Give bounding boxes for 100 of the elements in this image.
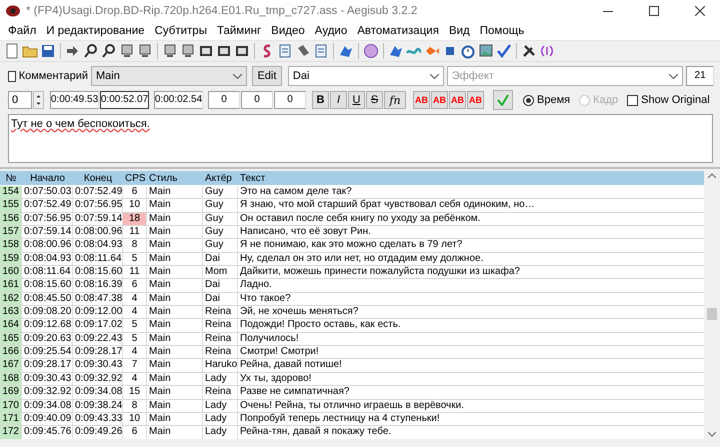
table-cell: 0:09:43.33 bbox=[73, 412, 123, 426]
column-header[interactable]: Текст bbox=[238, 171, 704, 185]
table-cell: 5 bbox=[123, 332, 147, 346]
duration-field[interactable]: 0:00:02.54 bbox=[154, 91, 203, 109]
film-icon[interactable] bbox=[216, 43, 232, 59]
spell-check-icon[interactable] bbox=[496, 43, 512, 59]
table-cell: Reina bbox=[203, 386, 238, 398]
menu-item[interactable]: Вид bbox=[444, 25, 475, 37]
table-cell: 0:07:52.49 bbox=[73, 186, 123, 198]
menu-item[interactable]: Аудио bbox=[310, 25, 352, 37]
table-cell: Guy bbox=[203, 199, 238, 212]
menu-item[interactable]: Видео bbox=[266, 25, 310, 37]
table-cell: Main bbox=[147, 212, 203, 226]
tools-icon[interactable] bbox=[521, 43, 537, 59]
row-number: 157 bbox=[0, 226, 22, 238]
table-cell: 11 bbox=[123, 226, 147, 238]
save-icon[interactable] bbox=[40, 43, 56, 59]
menu-item[interactable]: Помощь bbox=[474, 25, 530, 37]
row-number: 169 bbox=[0, 386, 22, 398]
table-cell: 0:08:11.64 bbox=[73, 252, 123, 266]
column-header[interactable]: Конец bbox=[73, 171, 123, 185]
column-header[interactable]: Актёр bbox=[203, 171, 238, 185]
table-cell: Main bbox=[147, 372, 203, 386]
scroll-up-icon[interactable] bbox=[708, 173, 716, 178]
table-cell: Main bbox=[147, 266, 203, 278]
row-number: 154 bbox=[0, 186, 22, 198]
menu-item[interactable]: Автоматизация bbox=[352, 25, 444, 37]
checkbox-label: Комментарий bbox=[18, 70, 88, 82]
table-cell: 0:08:15.60 bbox=[22, 279, 73, 292]
checkbox[interactable] bbox=[627, 94, 638, 106]
table-cell-text: Разве не симпатичная? bbox=[239, 386, 350, 398]
monitor-icon[interactable] bbox=[180, 43, 196, 59]
table-cell: 0:08:16.39 bbox=[73, 279, 123, 292]
table-cell: Main bbox=[147, 400, 203, 412]
column-header[interactable]: Стиль bbox=[147, 171, 203, 185]
table-cell-text: Что такое? bbox=[239, 292, 292, 306]
row-number: 167 bbox=[0, 359, 22, 372]
scrollbar-thumb[interactable] bbox=[707, 308, 717, 320]
table-cell: Main bbox=[147, 359, 203, 372]
table-cell: 0:07:50.03 bbox=[22, 186, 73, 198]
radio-button[interactable] bbox=[523, 94, 534, 106]
margin-field[interactable]: 0 bbox=[241, 91, 273, 109]
column-header[interactable]: Начало bbox=[22, 171, 73, 185]
avatar-icon[interactable] bbox=[363, 43, 379, 59]
table-cell: 0:08:00.96 bbox=[22, 239, 73, 252]
actor-combo[interactable]: Dai bbox=[288, 66, 444, 86]
row-number: 166 bbox=[0, 346, 22, 358]
menu-item[interactable]: Файл bbox=[3, 25, 42, 37]
menu-item[interactable]: Субтитры bbox=[150, 25, 212, 37]
format-button[interactable]: U bbox=[348, 91, 365, 109]
chevron-icon bbox=[669, 74, 678, 78]
end-time-field[interactable]: 0:00:52.07 bbox=[100, 91, 149, 109]
table-cell-text: Ладно. bbox=[239, 279, 273, 292]
copy-icon[interactable] bbox=[313, 43, 329, 59]
margin-field[interactable]: 0 bbox=[274, 91, 306, 109]
column-header[interactable]: CPS bbox=[123, 171, 147, 185]
menu-item[interactable]: Тайминг bbox=[212, 25, 266, 37]
margin-field[interactable]: 0 bbox=[208, 91, 240, 109]
film-icon[interactable] bbox=[198, 43, 214, 59]
table-cell: Main bbox=[147, 279, 203, 292]
image-icon[interactable] bbox=[478, 43, 494, 59]
table-cell: 0:09:45.76 bbox=[22, 426, 73, 439]
table-cell-text: Рейна, давай потише! bbox=[239, 359, 343, 372]
close-icon[interactable] bbox=[695, 6, 705, 16]
clock-icon[interactable] bbox=[460, 43, 476, 59]
format-button[interactable]: I bbox=[330, 91, 347, 109]
row-number: 159 bbox=[0, 252, 22, 266]
monitor-icon[interactable] bbox=[162, 43, 178, 59]
format-button[interactable]: S bbox=[366, 91, 383, 109]
minimize-icon[interactable] bbox=[603, 10, 613, 12]
film-icon[interactable] bbox=[234, 43, 250, 59]
edit-button[interactable]: Edit bbox=[252, 66, 282, 86]
scroll-down-icon[interactable] bbox=[708, 432, 716, 437]
row-number: 156 bbox=[0, 212, 22, 226]
table-cell-text: Это на самом деле так? bbox=[239, 186, 353, 198]
table-cell: 0:08:04.93 bbox=[73, 239, 123, 252]
layer-field[interactable]: 21 bbox=[686, 66, 714, 86]
format-button[interactable]: B bbox=[312, 91, 329, 109]
new-file-icon[interactable] bbox=[4, 43, 20, 59]
maximize-icon[interactable] bbox=[649, 6, 659, 16]
table-cell: Dai bbox=[203, 252, 238, 266]
subtitle-text-area[interactable]: Тут не о чем беспокоиться. bbox=[8, 114, 713, 163]
checkbox[interactable] bbox=[8, 70, 16, 82]
format-button[interactable]: fn bbox=[384, 91, 406, 109]
arrow-icon[interactable] bbox=[65, 43, 81, 59]
row-number: 164 bbox=[0, 319, 22, 332]
table-cell: 0:08:00.96 bbox=[73, 226, 123, 238]
table-cell: Reina bbox=[203, 332, 238, 346]
table-cell: 0:09:40.09 bbox=[22, 412, 73, 426]
table-cell-text: Написано, что её зовут Рин. bbox=[239, 226, 372, 238]
start-time-field[interactable]: 0:00:49.53 bbox=[50, 91, 99, 109]
layer-spin-field[interactable]: 0 bbox=[8, 91, 32, 109]
spin-arrows-icon[interactable] bbox=[33, 91, 44, 109]
column-header[interactable]: № bbox=[0, 171, 22, 185]
table-cell: Main bbox=[147, 239, 203, 252]
table-cell: 15 bbox=[123, 386, 147, 398]
style-dropdown[interactable]: Main bbox=[91, 66, 247, 86]
menu-item[interactable]: И редактирование bbox=[41, 25, 150, 37]
document-icon[interactable] bbox=[277, 43, 293, 59]
chevron-icon bbox=[232, 74, 242, 78]
